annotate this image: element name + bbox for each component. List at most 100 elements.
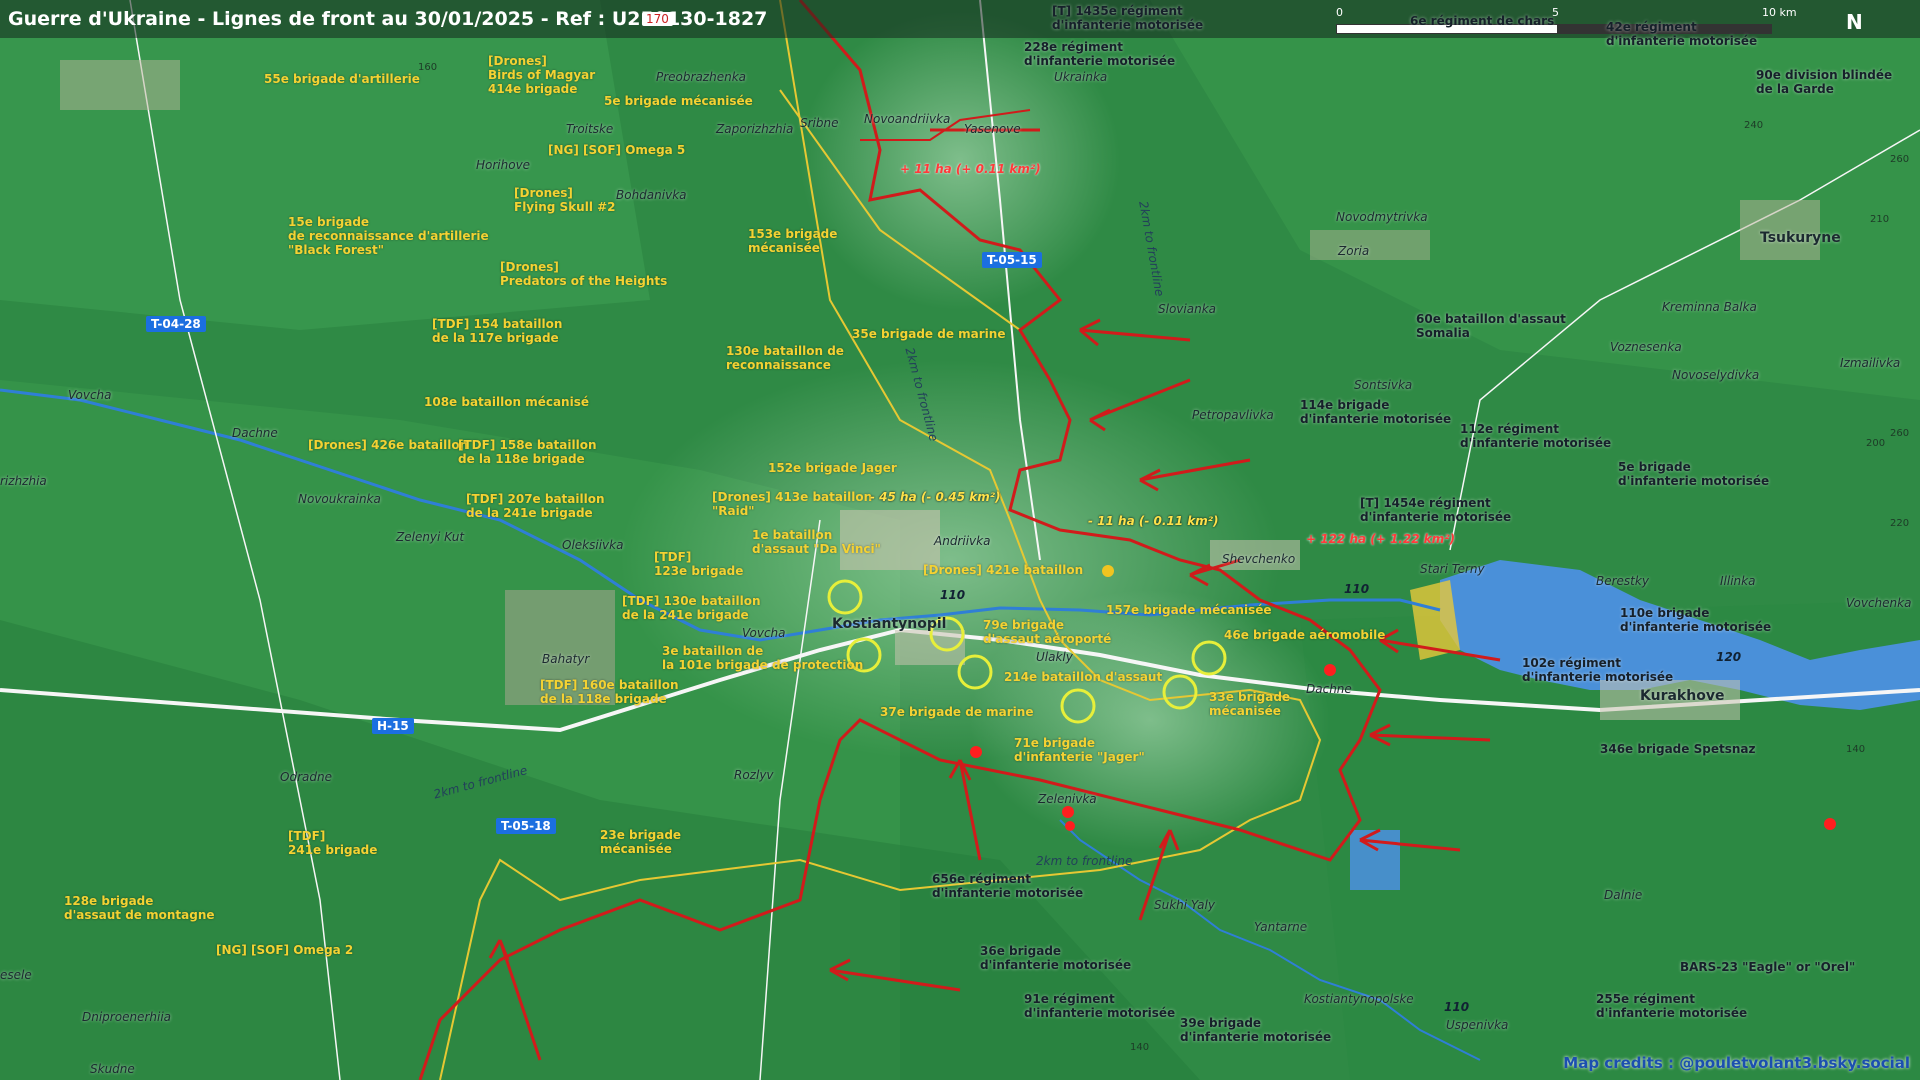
territory-gain-label: + 122 ha (+ 1.22 km²) bbox=[1306, 532, 1456, 546]
ua-unit[interactable]: [NG] [SOF] Omega 5 bbox=[548, 143, 685, 157]
ua-unit[interactable]: [Drones] Flying Skull #2 bbox=[514, 186, 616, 214]
ua-unit[interactable]: 15e brigade de reconnaissance d'artiller… bbox=[288, 215, 489, 257]
place-label: Novoukrainka bbox=[298, 492, 381, 506]
ua-unit[interactable]: 46e brigade aéromobile bbox=[1224, 628, 1385, 642]
ua-unit[interactable]: 128e brigade d'assaut de montagne bbox=[64, 894, 215, 922]
place-label: Berestky bbox=[1596, 574, 1649, 588]
ua-unit[interactable]: [NG] [SOF] Omega 2 bbox=[216, 943, 353, 957]
ua-unit[interactable]: 3e bataillon de la 101e brigade de prote… bbox=[662, 644, 863, 672]
ua-unit[interactable]: [Drones] 413e bataillon "Raid" bbox=[712, 490, 872, 518]
place-label: rizhzhia bbox=[0, 474, 47, 488]
map-view[interactable]: Guerre d'Ukraine - Lignes de front au 30… bbox=[0, 0, 1920, 1080]
ru-unit[interactable]: 42e régiment d'infanterie motorisée bbox=[1606, 20, 1757, 48]
ua-unit[interactable]: 214e bataillon d'assaut bbox=[1004, 670, 1162, 684]
place-label: Vovcha bbox=[742, 626, 786, 640]
place-label: Yantarne bbox=[1254, 920, 1308, 934]
place-label: Oleksiivka bbox=[562, 538, 624, 552]
territory-loss-label: - 45 ha (- 0.45 km²) bbox=[870, 490, 1001, 504]
ru-unit[interactable]: 110e brigade d'infanterie motorisée bbox=[1620, 606, 1771, 634]
ru-unit[interactable]: 5e brigade d'infanterie motorisée bbox=[1618, 460, 1769, 488]
ua-unit[interactable]: [TDF] 130e bataillon de la 241e brigade bbox=[622, 594, 761, 622]
ru-unit[interactable]: 39e brigade d'infanterie motorisée bbox=[1180, 1016, 1331, 1044]
place-label: Rozlyv bbox=[734, 768, 774, 782]
ru-unit[interactable]: 91e régiment d'infanterie motorisée bbox=[1024, 992, 1175, 1020]
ua-unit[interactable]: 108e bataillon mécanisé bbox=[424, 395, 589, 409]
ru-unit[interactable]: 346e brigade Spetsnaz bbox=[1600, 742, 1755, 756]
place-label: Zaporizhzhia bbox=[716, 122, 794, 136]
ua-unit[interactable]: [TDF] 160e bataillon de la 118e brigade bbox=[540, 678, 679, 706]
ru-unit[interactable]: 6e régiment de chars bbox=[1410, 14, 1554, 28]
ru-unit[interactable]: 102e régiment d'infanterie motorisée bbox=[1522, 656, 1673, 684]
ua-unit[interactable]: [TDF] 207e bataillon de la 241e brigade bbox=[466, 492, 605, 520]
place-label: Bahatyr bbox=[542, 652, 590, 666]
road-badge: T-05-15 bbox=[982, 252, 1042, 268]
place-label: esele bbox=[0, 968, 32, 982]
ru-unit[interactable]: [T] 1435e régiment d'infanterie motorisé… bbox=[1052, 4, 1203, 32]
ua-unit[interactable]: [TDF] 241e brigade bbox=[288, 829, 377, 857]
objective-dot bbox=[1102, 565, 1114, 577]
place-label: Sontsivka bbox=[1354, 378, 1413, 392]
place-label: Ulakly bbox=[1036, 650, 1073, 664]
place-label: Shevchenko bbox=[1222, 552, 1296, 566]
ru-unit[interactable]: 112e régiment d'infanterie motorisée bbox=[1460, 422, 1611, 450]
place-label: Bohdanivka bbox=[616, 188, 687, 202]
ru-unit[interactable]: [T] 1454e régiment d'infanterie motorisé… bbox=[1360, 496, 1511, 524]
place-label: Andriivka bbox=[934, 534, 991, 548]
ua-unit[interactable]: 152e brigade Jager bbox=[768, 461, 897, 475]
ru-unit[interactable]: 114e brigade d'infanterie motorisée bbox=[1300, 398, 1451, 426]
altitude-label: 240 bbox=[1744, 120, 1764, 131]
ua-unit[interactable]: 130e bataillon de reconnaissance bbox=[726, 344, 844, 372]
altitude-label: 260 bbox=[1890, 154, 1910, 165]
ua-unit[interactable]: [Drones] 426e bataillon bbox=[308, 438, 468, 452]
scale-label-0: 0 bbox=[1336, 6, 1343, 19]
place-label: Zelenyi Kut bbox=[396, 530, 465, 544]
place-label: Dniproenerhiia bbox=[82, 1010, 172, 1024]
place-label: Horihove bbox=[476, 158, 531, 172]
place-label: Tsukuryne bbox=[1760, 230, 1841, 246]
place-label: Sukhi Yaly bbox=[1154, 898, 1215, 912]
ua-unit[interactable]: 55e brigade d'artillerie bbox=[264, 72, 420, 86]
ru-unit[interactable]: 255e régiment d'infanterie motorisée bbox=[1596, 992, 1747, 1020]
ua-unit[interactable]: [TDF] 154 bataillon de la 117e brigade bbox=[432, 317, 562, 345]
territory-gain-label: + 11 ha (+ 0.11 km²) bbox=[900, 162, 1041, 176]
place-label: Slovianka bbox=[1158, 302, 1216, 316]
ua-unit[interactable]: [Drones] Predators of the Heights bbox=[500, 260, 667, 288]
place-label: Uspenivka bbox=[1446, 1018, 1509, 1032]
ru-unit[interactable]: BARS-23 "Eagle" or "Orel" bbox=[1680, 960, 1855, 974]
ua-unit[interactable]: 153e brigade mécanisée bbox=[748, 227, 837, 255]
place-label: Novoandriivka bbox=[864, 112, 951, 126]
ua-unit[interactable]: 79e brigade d'assaut aéroporté bbox=[983, 618, 1111, 646]
place-label: Illinka bbox=[1720, 574, 1756, 588]
road-badge: T-05-18 bbox=[496, 818, 556, 834]
frontline-distance-label: 2km to frontline bbox=[1036, 854, 1133, 868]
ua-unit[interactable]: 1e bataillon d'assaut "Da Vinci" bbox=[752, 528, 881, 556]
place-label: Sribne bbox=[800, 116, 839, 130]
road-badge: 110 bbox=[1444, 1000, 1470, 1014]
ua-unit[interactable]: 157e brigade mécanisée bbox=[1106, 603, 1272, 617]
ru-unit[interactable]: 90e division blindée de la Garde bbox=[1756, 68, 1892, 96]
ua-unit[interactable]: 37e brigade de marine bbox=[880, 705, 1033, 719]
ua-unit[interactable]: 33e brigade mécanisée bbox=[1209, 690, 1290, 718]
ua-unit[interactable]: [Drones] Birds of Magyar 414e brigade bbox=[488, 54, 595, 96]
ua-unit[interactable]: 35e brigade de marine bbox=[852, 327, 1005, 341]
place-label: Petropavlivka bbox=[1192, 408, 1274, 422]
altitude-label: 260 bbox=[1890, 428, 1910, 439]
altitude-label: 140 bbox=[1130, 1042, 1150, 1053]
ru-unit[interactable]: 656e régiment d'infanterie motorisée bbox=[932, 872, 1083, 900]
ua-unit[interactable]: 71e brigade d'infanterie "Jager" bbox=[1014, 736, 1145, 764]
place-label: Dachne bbox=[232, 426, 278, 440]
ru-unit[interactable]: 228e régiment d'infanterie motorisée bbox=[1024, 40, 1175, 68]
ua-unit[interactable]: 23e brigade mécanisée bbox=[600, 828, 681, 856]
altitude-label: 210 bbox=[1870, 214, 1890, 225]
place-label: Dalnie bbox=[1604, 888, 1643, 902]
map-credits[interactable]: Map credits : @pouletvolant3.bsky.social bbox=[1563, 1054, 1910, 1072]
road-badge: 120 bbox=[1716, 650, 1742, 664]
ua-unit[interactable]: [Drones] 421e bataillon bbox=[923, 563, 1083, 577]
ua-unit[interactable]: [TDF] 123e brigade bbox=[654, 550, 743, 578]
ru-unit[interactable]: 60e bataillon d'assaut Somalia bbox=[1416, 312, 1566, 340]
ua-unit[interactable]: [TDF] 158e bataillon de la 118e brigade bbox=[458, 438, 597, 466]
altitude-label: 160 bbox=[418, 62, 438, 73]
altitude-label: 220 bbox=[1890, 518, 1910, 529]
ua-unit[interactable]: 5e brigade mécanisée bbox=[604, 94, 753, 108]
ru-unit[interactable]: 36e brigade d'infanterie motorisée bbox=[980, 944, 1131, 972]
